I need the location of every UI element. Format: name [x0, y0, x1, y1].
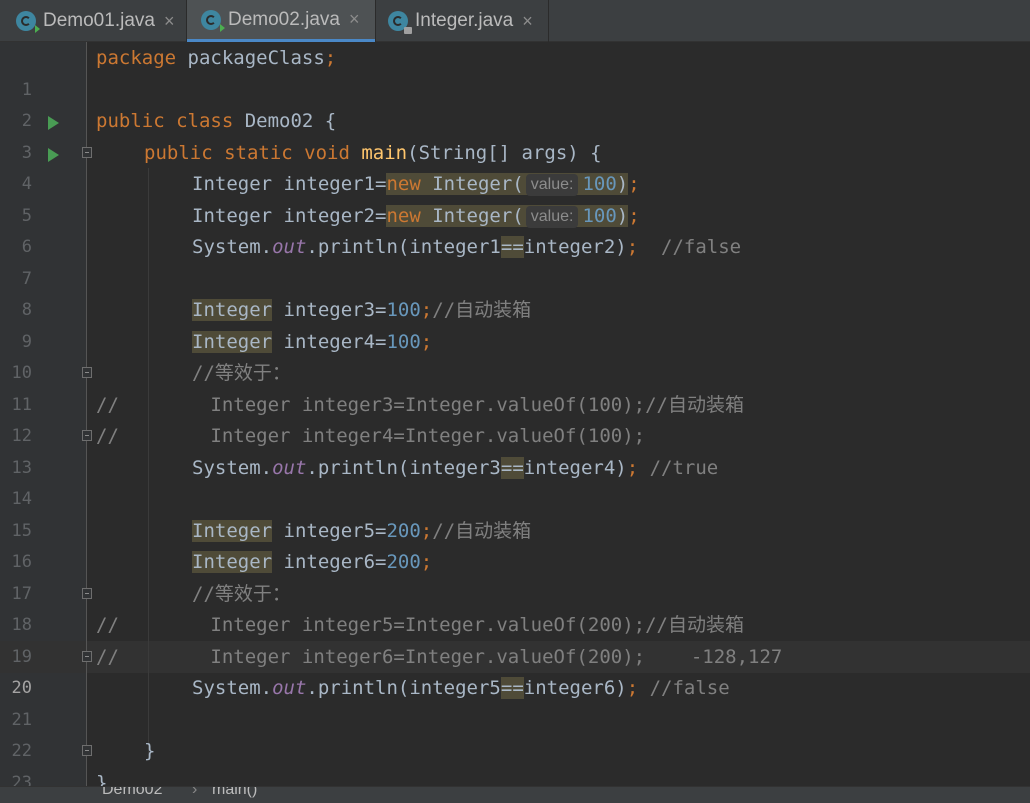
code-line: 4 public static void main(String[] args)…: [0, 138, 1030, 195]
run-method-icon[interactable]: [48, 147, 59, 162]
editor-tab-bar: Demo01.java × Demo02.java × Integer.java…: [0, 0, 1030, 42]
breadcrumb-method[interactable]: main(): [212, 787, 257, 799]
code-line: 10 Integer integer4=100;: [0, 327, 1030, 383]
code-line: 5 Integer integer1=new Integer(value: 100…: [0, 169, 1030, 226]
code-line: 13 // Integer integer4=Integer.valueOf(1…: [0, 421, 1030, 478]
code-line: 23 }: [0, 736, 1030, 786]
code-line: 24 }: [96, 771, 108, 787]
java-class-icon: [201, 9, 225, 32]
breadcrumb: Demo02 › main(): [0, 786, 1030, 803]
fold-icon[interactable]: [82, 745, 92, 756]
fold-icon[interactable]: [82, 430, 92, 441]
code-line: 1 package packageClass;: [0, 43, 1030, 100]
code-line: 9 Integer integer3=100;//自动装箱: [0, 295, 1030, 352]
code-line: 14 System.out.println(integer3==integer4…: [0, 453, 1030, 509]
code-line: 18 //等效于：: [0, 579, 1030, 636]
code-line: 2: [0, 75, 1030, 131]
code-editor[interactable]: 1 package packageClass; 2 3 public class…: [0, 42, 1030, 786]
close-icon[interactable]: ×: [522, 11, 533, 32]
fold-icon[interactable]: [82, 146, 92, 158]
java-class-icon: [16, 11, 40, 33]
tab-demo02[interactable]: Demo02.java ×: [187, 0, 375, 42]
tab-divider: [548, 0, 549, 42]
tab-label: Demo02.java: [228, 8, 340, 30]
breadcrumb-separator: ›: [192, 786, 198, 798]
code-line-current: 20 // Integer integer6=Integer.valueOf(2…: [0, 642, 1030, 699]
code-line: 17 Integer integer6=200;: [0, 547, 1030, 604]
code-line: 22: [0, 705, 1030, 761]
fold-icon[interactable]: [82, 650, 92, 662]
code-line: 8: [0, 264, 1030, 320]
code-line: 6 Integer integer2=new Integer(value: 100…: [0, 201, 1030, 257]
code-line: 7 System.out.println(integer1==integer2)…: [0, 232, 1030, 289]
java-class-readonly-icon: [388, 11, 412, 34]
tab-label: Integer.java: [415, 10, 514, 31]
code-line: 11 //等效于：: [0, 358, 1030, 415]
tab-label: Demo01.java: [43, 10, 155, 31]
close-icon[interactable]: ×: [349, 9, 360, 30]
code-line: 12 // Integer integer3=Integer.valueOf(1…: [0, 390, 1030, 447]
fold-icon[interactable]: [82, 587, 92, 599]
code-line: 16 Integer integer5=200;//自动装箱: [0, 516, 1030, 572]
breadcrumb-class[interactable]: Demo02: [102, 787, 162, 799]
parameter-hint: value:: [525, 174, 579, 196]
run-class-icon[interactable]: [48, 116, 59, 130]
code-line: 19 // Integer integer5=Integer.valueOf(2…: [0, 610, 1030, 667]
tab-demo01[interactable]: Demo01.java ×: [0, 0, 186, 42]
close-icon[interactable]: ×: [164, 11, 175, 32]
parameter-hint: value:: [525, 205, 579, 228]
code-line: 21 System.out.println(integer5==integer6…: [0, 673, 1030, 730]
tab-integer[interactable]: Integer.java ×: [376, 0, 548, 42]
code-line: 15: [0, 484, 1030, 541]
code-line: 3 public class Demo02 {: [0, 106, 1030, 163]
fold-icon[interactable]: [82, 367, 92, 378]
